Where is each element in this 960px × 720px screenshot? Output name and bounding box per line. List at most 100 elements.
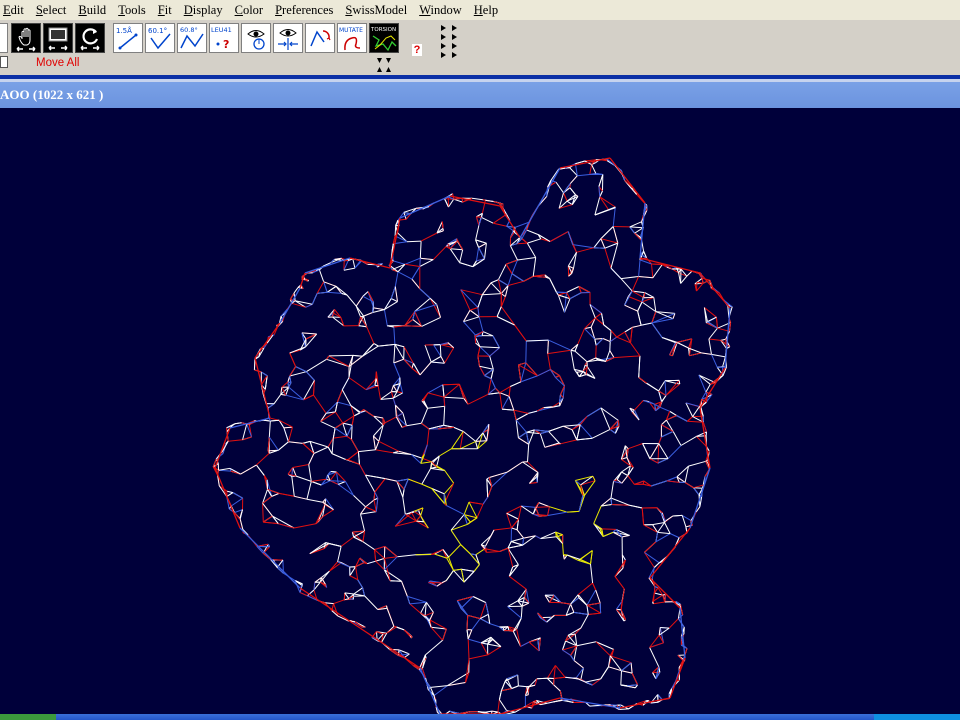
- molecular-surface-mesh[interactable]: [0, 108, 960, 714]
- mesh-edge: [577, 328, 585, 345]
- mesh-edge: [572, 244, 577, 253]
- mesh-edge: [614, 576, 625, 590]
- bond-rotate-button[interactable]: [305, 23, 335, 53]
- mesh-edge: [499, 697, 561, 714]
- mesh-edge: [472, 596, 487, 604]
- menu-mnemonic: C: [234, 3, 243, 17]
- mesh-edge: [604, 242, 618, 249]
- distance-tool-button[interactable]: 1.5Å: [113, 23, 143, 53]
- start-button[interactable]: [0, 714, 56, 720]
- mesh-edge: [346, 294, 357, 307]
- mesh-edge: [394, 405, 397, 417]
- mesh-edge: [453, 198, 463, 203]
- mesh-edge: [384, 546, 398, 558]
- help-question-icon[interactable]: ?: [412, 44, 422, 56]
- mesh-edge: [569, 292, 582, 300]
- mesh-edge: [538, 502, 550, 508]
- molecule-viewport[interactable]: [0, 108, 960, 714]
- menu-preferences[interactable]: Preferences: [269, 0, 339, 20]
- mesh-edge: [375, 557, 385, 562]
- menu-edit[interactable]: Edit: [0, 0, 30, 20]
- mesh-edge: [399, 383, 404, 394]
- mesh-edge: [507, 544, 523, 549]
- mesh-edge: [576, 247, 595, 253]
- mesh-edge: [614, 559, 626, 577]
- menu-select[interactable]: Select: [30, 0, 73, 20]
- menu-color[interactable]: Color: [229, 0, 269, 20]
- mode-status-label: Move All: [36, 57, 80, 69]
- menu-build[interactable]: Build: [72, 0, 112, 20]
- mesh-edge: [295, 475, 312, 482]
- fit-tool-button[interactable]: [273, 23, 303, 53]
- mesh-edge: [424, 639, 443, 656]
- toolbar-grip-icon[interactable]: [438, 22, 460, 60]
- mesh-edge: [586, 604, 601, 614]
- mesh-edge: [566, 554, 581, 560]
- label-tool-button[interactable]: LEU41 ?: [209, 23, 239, 53]
- mesh-edge: [396, 412, 404, 418]
- mesh-edge: [641, 301, 657, 313]
- menu-display[interactable]: Display: [178, 0, 229, 20]
- mesh-edge: [642, 443, 651, 459]
- center-tool-button[interactable]: [241, 23, 271, 53]
- mesh-edge: [705, 384, 711, 393]
- mesh-edge: [500, 296, 506, 307]
- svg-text:60.8°: 60.8°: [180, 26, 198, 34]
- mesh-edge: [477, 307, 480, 317]
- toolbar-grip-arrows-icon[interactable]: [373, 56, 395, 74]
- mutate-button[interactable]: MUTATE: [337, 23, 367, 53]
- mesh-edge: [536, 476, 538, 483]
- torsion-button[interactable]: TORSION: [369, 23, 399, 53]
- mesh-edge: [499, 547, 509, 552]
- mesh-edge: [485, 199, 494, 202]
- mesh-edge: [308, 453, 315, 465]
- viewer-title-bar[interactable]: AOO (1022 x 621 ): [0, 82, 960, 108]
- mesh-edge: [445, 570, 454, 581]
- mesh-edge: [689, 352, 702, 357]
- mesh-edge: [340, 536, 354, 547]
- mesh-edge: [684, 481, 694, 489]
- mesh-edge: [508, 575, 527, 590]
- move-hand-button[interactable]: [11, 23, 41, 53]
- mesh-edge: [366, 560, 376, 565]
- mesh-edge: [620, 670, 622, 686]
- mesh-edge: [449, 248, 461, 263]
- translate-button[interactable]: [43, 23, 73, 53]
- eye-arrows-icon: [278, 29, 298, 50]
- mesh-edge: [334, 411, 344, 424]
- menu-tools[interactable]: Tools: [112, 0, 152, 20]
- mesh-edge: [404, 263, 420, 267]
- mesh-edge: [563, 192, 568, 202]
- mesh-edge: [374, 549, 385, 559]
- mesh-edge: [686, 270, 693, 277]
- label-icon: LEU41 ?: [211, 26, 232, 51]
- mesh-edge: [495, 387, 501, 394]
- mesh-edge: [431, 549, 444, 555]
- dihedral-tool-button[interactable]: 60.8°: [177, 23, 207, 53]
- menu-window[interactable]: Window: [413, 0, 468, 20]
- svg-text:MUTATE: MUTATE: [339, 27, 363, 34]
- mesh-edge: [313, 394, 327, 414]
- mesh-edge: [427, 405, 445, 409]
- mesh-edge: [537, 639, 540, 652]
- mesh-edge: [378, 440, 400, 452]
- mesh-edge: [539, 515, 548, 517]
- hidden-tool-button[interactable]: [0, 23, 8, 53]
- angle-tool-button[interactable]: 60.1°: [145, 23, 175, 53]
- mesh-edge: [519, 167, 561, 239]
- mesh-edge: [555, 665, 566, 678]
- mesh-edge: [326, 355, 330, 360]
- mesh-edge: [661, 419, 667, 426]
- menu-fit[interactable]: Fit: [152, 0, 178, 20]
- mesh-edge: [487, 646, 502, 656]
- mesh-edge: [384, 416, 397, 424]
- mesh-edge: [696, 282, 704, 292]
- document-icon: [0, 56, 8, 68]
- mesh-edge: [326, 285, 337, 293]
- menu-swissmodel[interactable]: SwissModel: [339, 0, 413, 20]
- menu-help[interactable]: Help: [468, 0, 504, 20]
- mesh-edge: [375, 560, 385, 571]
- mesh-edge: [485, 602, 489, 615]
- rotate-button[interactable]: [75, 23, 105, 53]
- mesh-edge: [669, 410, 677, 416]
